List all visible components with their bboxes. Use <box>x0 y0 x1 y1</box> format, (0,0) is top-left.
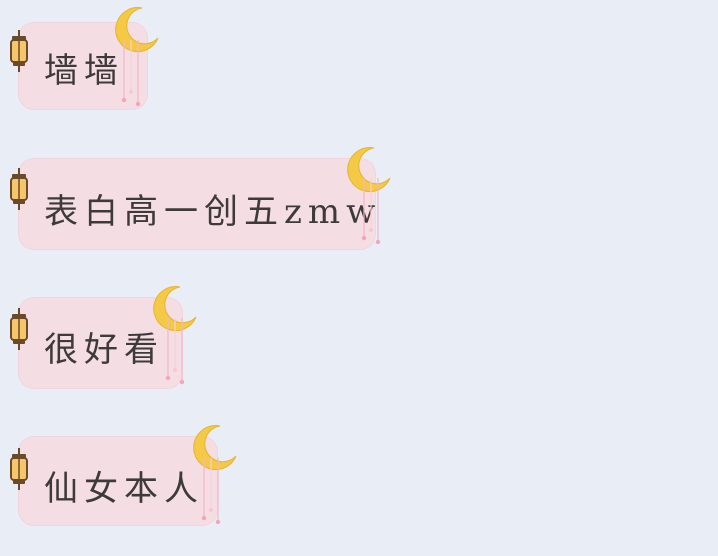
lantern-icon <box>10 448 28 490</box>
chat-thread: 墙墙 表白高一创五zmw 很好看 仙女本人 <box>0 0 718 556</box>
hanging-tassel-icon <box>121 40 141 107</box>
lantern-icon <box>10 30 28 72</box>
message-text: 仙女本人 <box>44 469 204 509</box>
hanging-tassel-icon <box>201 458 221 525</box>
lantern-icon <box>10 308 28 350</box>
message-text: 很好看 <box>44 330 164 370</box>
message-text: 表白高一创五zmw <box>44 192 382 232</box>
lantern-icon <box>10 168 28 210</box>
hanging-tassel-icon <box>165 318 185 385</box>
hanging-tassel-icon <box>361 178 381 245</box>
